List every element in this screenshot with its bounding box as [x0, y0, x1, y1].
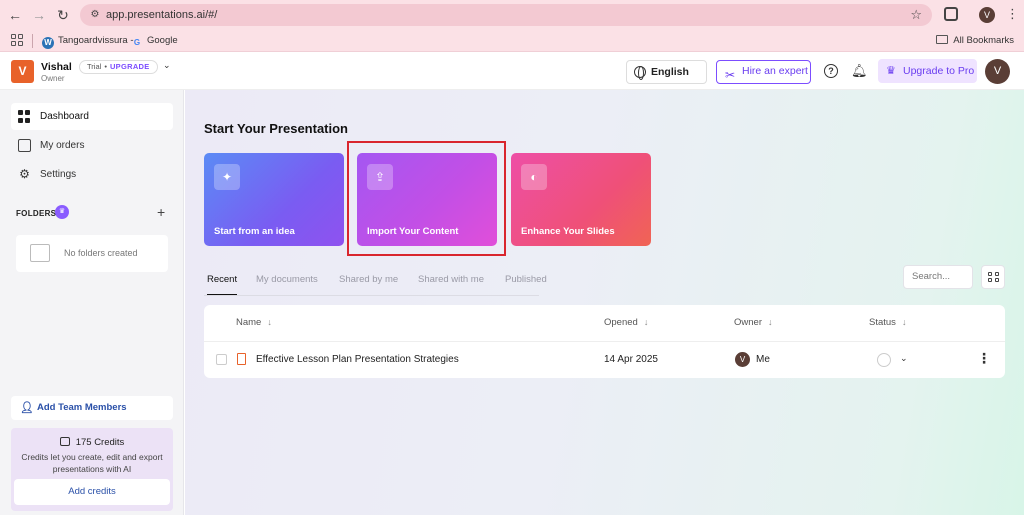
sort-arrow-icon: ↓	[767, 317, 773, 327]
browser-menu-icon[interactable]: ⋮	[1006, 6, 1019, 22]
main-content: Start Your Presentation ✦ Start from an …	[185, 90, 1024, 515]
crown-icon: ♛	[886, 65, 896, 77]
column-header-opened[interactable]: Opened ↓	[604, 317, 648, 328]
bookmark-star-icon[interactable]: ☆	[910, 7, 922, 23]
reload-icon[interactable]: ↻	[54, 6, 72, 24]
enhance-slides-card[interactable]: ◐ Enhance Your Slides	[511, 153, 651, 246]
sort-arrow-icon: ↓	[643, 317, 649, 327]
sidebar-item-my-orders[interactable]: My orders	[11, 132, 173, 159]
tab-recent[interactable]: Recent	[207, 273, 238, 296]
coins-icon	[59, 437, 70, 446]
apps-grid-icon[interactable]	[11, 34, 23, 46]
extensions-icon[interactable]	[944, 7, 958, 21]
owner-avatar: V	[735, 352, 750, 367]
google-icon: G	[133, 38, 141, 47]
documents-table: Name ↓ Opened ↓ Owner ↓ Status ↓ Effective L…	[204, 305, 1005, 378]
add-folder-icon[interactable]: +	[157, 204, 165, 220]
tab-published[interactable]: Published	[505, 273, 547, 296]
row-checkbox[interactable]	[216, 354, 227, 365]
sparkle-icon: ✦	[214, 164, 240, 190]
page-title: Start Your Presentation	[204, 121, 348, 136]
folder-icon	[936, 35, 949, 44]
tab-shared-with-me[interactable]: Shared with me	[418, 273, 484, 296]
tab-my-documents[interactable]: My documents	[256, 273, 318, 296]
column-header-owner[interactable]: Owner ↓	[734, 317, 772, 328]
bookmarks-divider	[32, 34, 33, 48]
sort-arrow-icon: ↓	[901, 317, 907, 327]
url-text: app.presentations.ai/#/	[106, 9, 218, 21]
workspace-logo[interactable]: V	[11, 60, 34, 83]
tab-shared-by-me[interactable]: Shared by me	[339, 273, 398, 296]
grid-view-button[interactable]	[981, 265, 1005, 289]
bell-icon[interactable]: 🔔︎	[851, 63, 868, 79]
bookmark-google[interactable]: G Google	[131, 34, 178, 48]
chevron-down-icon[interactable]: ⌄	[900, 353, 908, 364]
document-opened: 14 Apr 2025	[604, 354, 658, 365]
sidebar-item-settings[interactable]: ⚙ Settings	[11, 161, 173, 188]
help-icon[interactable]: ?	[824, 64, 838, 78]
powerpoint-icon: ◐	[521, 164, 547, 190]
plan-badge[interactable]: Trial • UPGRADE	[79, 60, 158, 74]
tools-icon: ✂	[725, 68, 736, 82]
chevron-down-icon[interactable]: ⌄	[163, 60, 171, 71]
dashboard-icon	[18, 110, 31, 123]
app-header: V Vishal Owner Trial • UPGRADE ⌄ English ✂…	[0, 52, 1024, 90]
upgrade-pro-button[interactable]: ♛ Upgrade to Pro	[878, 59, 977, 83]
add-team-members-button[interactable]: 👤︎ Add Team Members	[11, 396, 173, 420]
bookmark-tangoardvissura[interactable]: W Tangoardvissura -	[42, 34, 134, 49]
start-from-idea-card[interactable]: ✦ Start from an idea	[204, 153, 344, 246]
browser-toolbar: ← → ↻ ⚙ app.presentations.ai/#/ ☆ V ⋮	[0, 0, 1024, 30]
sidebar: Dashboard My orders ⚙ Settings FOLDERS ♛…	[0, 90, 184, 515]
workspace-name[interactable]: Vishal	[41, 61, 72, 73]
sidebar-item-dashboard[interactable]: Dashboard	[11, 103, 173, 130]
sort-arrow-icon: ↓	[267, 317, 272, 327]
hire-expert-button[interactable]: ✂ Hire an expert	[716, 60, 811, 84]
site-settings-icon[interactable]: ⚙	[88, 8, 102, 22]
back-arrow-icon[interactable]: ←	[6, 6, 24, 24]
credits-panel: 175 Credits Credits let you create, edit…	[11, 428, 173, 511]
empty-folders-box: No folders created	[16, 235, 168, 272]
table-row[interactable]: Effective Lesson Plan Presentation Strat…	[204, 342, 1005, 378]
crown-icon: ♛	[55, 205, 69, 219]
status-indicator[interactable]	[877, 353, 891, 367]
document-name[interactable]: Effective Lesson Plan Presentation Strat…	[256, 354, 459, 365]
address-bar[interactable]: ⚙ app.presentations.ai/#/ ☆	[80, 4, 932, 26]
highlight-box	[347, 141, 506, 256]
wordpress-icon: W	[42, 37, 54, 49]
document-owner: Me	[756, 354, 770, 365]
presentation-file-icon	[237, 353, 246, 365]
row-menu-icon[interactable]: ⋮	[977, 350, 991, 367]
globe-icon	[634, 66, 646, 80]
user-avatar[interactable]: V	[985, 59, 1010, 84]
workspace-role: Owner	[41, 74, 65, 83]
language-selector[interactable]: English	[626, 60, 707, 84]
add-user-icon: 👤︎	[20, 402, 34, 414]
orders-icon	[18, 139, 31, 152]
gear-icon: ⚙	[19, 167, 30, 181]
folders-heading: FOLDERS	[16, 209, 57, 218]
grid-view-icon	[988, 272, 1000, 282]
column-header-status[interactable]: Status ↓	[869, 317, 906, 328]
empty-box-icon	[30, 244, 50, 262]
credits-count: 175 Credits	[11, 437, 173, 448]
add-credits-button[interactable]: Add credits	[14, 479, 170, 505]
browser-profile-avatar[interactable]: V	[979, 7, 995, 23]
forward-arrow-icon[interactable]: →	[30, 6, 48, 24]
all-bookmarks[interactable]: All Bookmarks	[936, 34, 1014, 48]
bookmarks-bar: W Tangoardvissura - G Google All Bookmarks	[0, 30, 1024, 52]
tabs-divider	[204, 295, 539, 296]
no-folders-text: No folders created	[64, 248, 138, 258]
search-input[interactable]: Search...	[903, 265, 973, 289]
credits-description: Credits let you create, edit and export …	[21, 452, 163, 474]
column-header-name[interactable]: Name ↓	[236, 317, 272, 328]
